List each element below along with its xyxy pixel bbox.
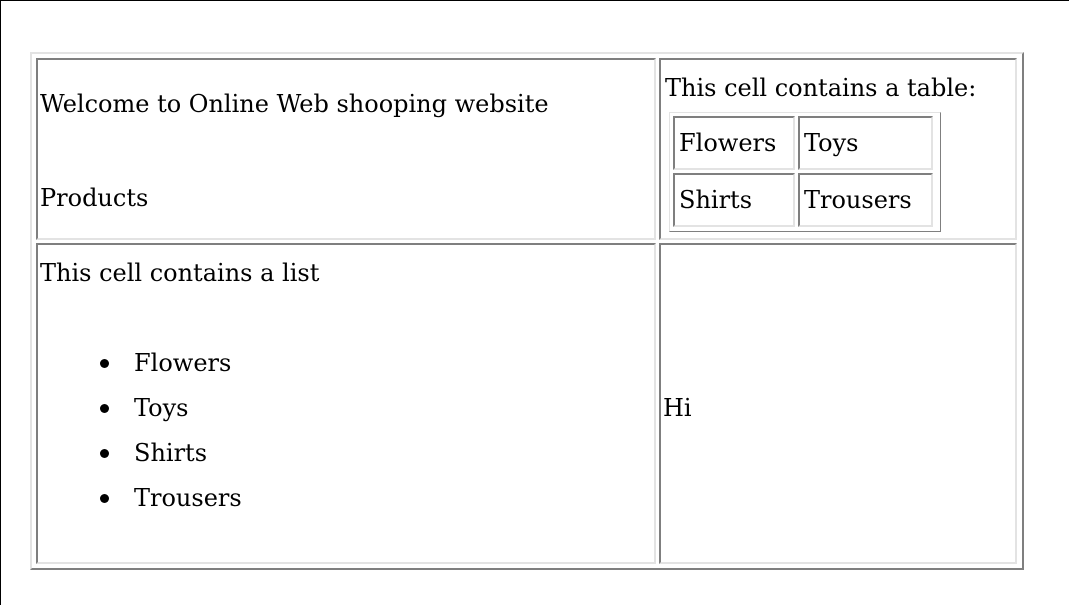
bullet-icon xyxy=(100,494,109,503)
list-cell: This cell contains a list Flowers Toys S… xyxy=(36,243,656,564)
hi-text: Hi xyxy=(663,394,692,422)
list-item-label: Flowers xyxy=(134,349,232,377)
list-item: Shirts xyxy=(98,431,242,476)
bullet-icon xyxy=(100,359,109,368)
list-item-label: Toys xyxy=(134,394,189,422)
nested-table-cell-trousers: Trousers xyxy=(798,173,933,227)
nested-table-cell-flowers: Flowers xyxy=(673,116,795,170)
list-item-label: Trousers xyxy=(134,484,242,512)
nested-table: Flowers Toys Shirts Trousers xyxy=(669,112,941,232)
list-item: Trousers xyxy=(98,476,242,521)
list-item: Flowers xyxy=(98,341,242,386)
bullet-icon xyxy=(100,404,109,413)
nested-table-caption: This cell contains a table: xyxy=(665,74,977,102)
welcome-cell: Welcome to Online Web shooping website P… xyxy=(36,58,656,240)
list-item: Toys xyxy=(98,386,242,431)
list-item-label: Shirts xyxy=(134,439,208,467)
hi-cell: Hi xyxy=(659,243,1017,564)
list-caption: This cell contains a list xyxy=(40,259,320,287)
bullet-icon xyxy=(100,449,109,458)
welcome-heading: Welcome to Online Web shooping website xyxy=(40,90,549,118)
products-label: Products xyxy=(40,184,149,212)
nested-table-cell-toys: Toys xyxy=(798,116,933,170)
product-list: Flowers Toys Shirts Trousers xyxy=(98,341,242,521)
nested-table-cell: This cell contains a table: Flowers Toys… xyxy=(659,58,1017,240)
nested-table-cell-shirts: Shirts xyxy=(673,173,795,227)
